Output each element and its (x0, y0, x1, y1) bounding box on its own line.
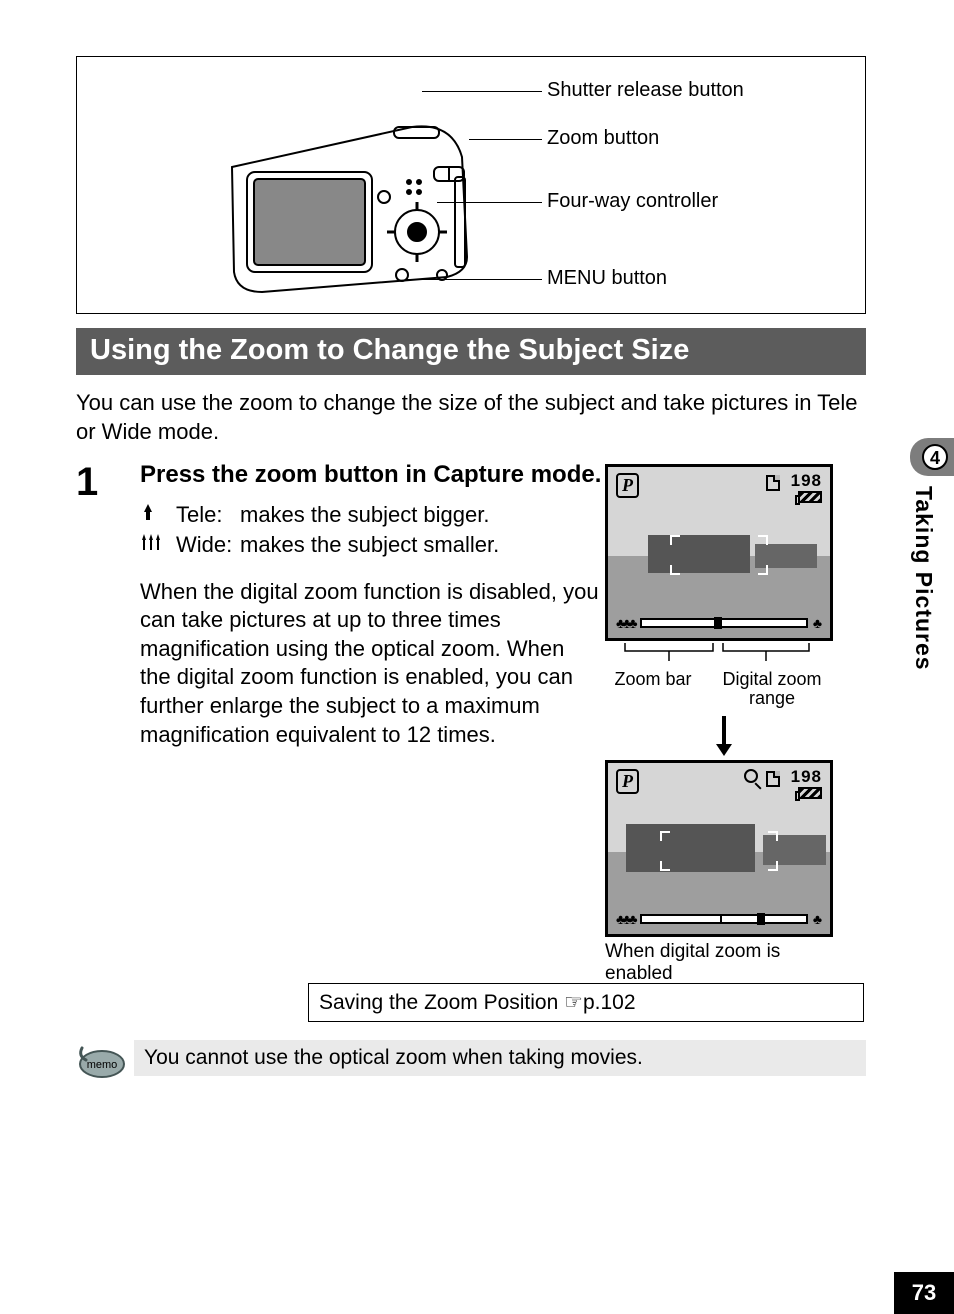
tele-label: Tele: (176, 500, 240, 530)
lcd-screen-digital: P 198 ♣♣♣ ♣ (605, 760, 833, 937)
caption-digital-range-2: range (749, 688, 795, 708)
caption-digital-enabled: When digital zoom is enabled (605, 941, 843, 985)
zoom-bar: ♣♣♣ ♣ (616, 615, 822, 631)
zoom-tele-icon: ♣ (813, 615, 822, 631)
caption-digital-range-1: Digital zoom (722, 669, 821, 689)
step-paragraph: When the digital zoom function is disabl… (140, 578, 600, 750)
camera-diagram-box: Shutter release button Zoom button Four-… (76, 56, 866, 314)
svg-text:memo: memo (87, 1059, 118, 1071)
wide-icon (140, 530, 176, 560)
magnify-icon (744, 769, 758, 783)
lcd-screens-column: P 198 ♣♣♣ ♣ Zoom bar Digital zoom range (605, 464, 843, 985)
zoom-bar: ♣♣♣ ♣ (616, 911, 822, 927)
label-shutter: Shutter release button (547, 79, 744, 102)
wide-desc: makes the subject smaller. (240, 530, 499, 560)
page-number: 73 (894, 1272, 954, 1314)
shots-remaining: 198 (791, 471, 822, 491)
zoom-wide-icon: ♣♣♣ (616, 911, 635, 927)
shots-remaining: 198 (791, 767, 822, 787)
memo-note: memo You cannot use the optical zoom whe… (76, 1040, 866, 1085)
arrow-down-icon (605, 714, 843, 758)
battery-icon (798, 491, 822, 503)
tele-desc: makes the subject bigger. (240, 500, 489, 530)
memory-icon (766, 475, 780, 491)
intro-paragraph: You can use the zoom to change the size … (76, 389, 866, 446)
label-fourway: Four-way controller (547, 190, 718, 213)
section-heading: Using the Zoom to Change the Subject Siz… (76, 328, 866, 375)
chapter-title: Taking Pictures (910, 480, 947, 671)
chapter-number: 4 (922, 444, 948, 470)
memo-text: You cannot use the optical zoom when tak… (134, 1040, 866, 1076)
step-number: 1 (76, 460, 140, 749)
chapter-side-tab: 4 Taking Pictures (910, 438, 954, 671)
wide-label: Wide: (176, 530, 240, 560)
mode-badge: P (616, 473, 639, 498)
label-menu-button: MENU button (547, 267, 667, 290)
bracket-lines (605, 641, 833, 663)
zoom-wide-icon: ♣♣♣ (616, 615, 635, 631)
tele-icon (140, 500, 176, 530)
mode-badge: P (616, 769, 639, 794)
camera-illustration (212, 97, 482, 297)
label-zoom-button: Zoom button (547, 127, 659, 150)
memo-icon: memo (76, 1040, 134, 1085)
memory-icon (766, 771, 780, 787)
zoom-tele-icon: ♣ (813, 911, 822, 927)
caption-zoom-bar: Zoom bar (605, 670, 701, 708)
battery-icon (798, 787, 822, 799)
cross-reference-box: Saving the Zoom Position ☞p.102 (308, 983, 864, 1022)
lcd-screen-optical: P 198 ♣♣♣ ♣ (605, 464, 833, 641)
